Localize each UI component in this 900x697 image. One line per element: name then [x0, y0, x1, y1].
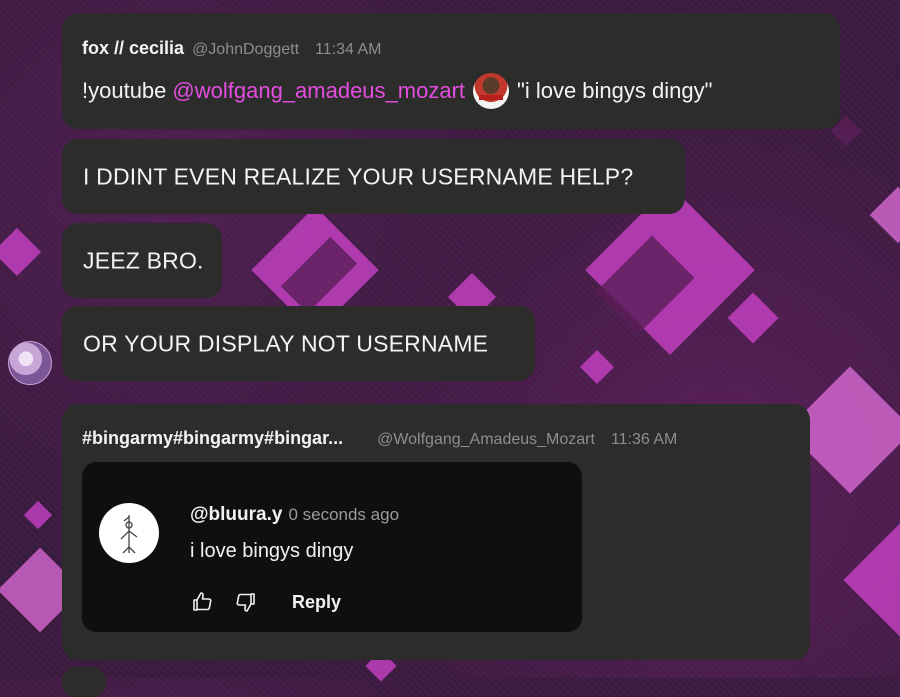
message-header: #bingarmy#bingarmy#bingar... @Wolfgang_A…: [82, 428, 677, 449]
message-handle: @Wolfgang_Amadeus_Mozart: [377, 431, 595, 448]
thumbs-up-icon[interactable]: [190, 590, 214, 614]
message-header: fox // cecilia @JohnDoggett 11:34 AM: [82, 38, 381, 59]
message-content: !youtube @wolfgang_amadeus_mozart "i lov…: [82, 73, 712, 109]
commenter-username[interactable]: @bluura.y: [190, 504, 282, 526]
youtube-comment-card: @bluura.y 0 seconds ago i love bingys di…: [82, 462, 582, 632]
message-handle: @JohnDoggett: [192, 41, 300, 58]
message-bubble[interactable]: I DDINT EVEN REALIZE YOUR USERNAME HELP?: [62, 139, 685, 214]
user-mention[interactable]: @wolfgang_amadeus_mozart: [172, 78, 465, 104]
comment-timestamp: 0 seconds ago: [288, 505, 400, 524]
comment-text: i love bingys dingy: [190, 540, 354, 562]
message-bubble[interactable]: #bingarmy#bingarmy#bingar... @Wolfgang_A…: [62, 404, 810, 660]
message-bubble[interactable]: OR YOUR DISPLAY NOT USERNAME: [62, 306, 535, 381]
command-text: !youtube: [82, 78, 167, 103]
message-bubble[interactable]: JEEZ BRO.: [62, 223, 222, 298]
message-time: 11:36 AM: [610, 431, 678, 448]
comment-actions: Reply: [190, 590, 341, 614]
thumbs-down-icon[interactable]: [234, 590, 258, 614]
message-author[interactable]: fox // cecilia: [82, 38, 184, 59]
quote-text: "i love bingys dingy": [517, 78, 713, 103]
avatar[interactable]: [8, 341, 52, 385]
message-bubble[interactable]: fox // cecilia @JohnDoggett 11:34 AM !yo…: [62, 13, 840, 129]
message-text: JEEZ BRO.: [83, 247, 204, 273]
message-text: OR YOUR DISPLAY NOT USERNAME: [83, 330, 489, 356]
commenter-avatar[interactable]: [99, 503, 159, 563]
message-text: I DDINT EVEN REALIZE YOUR USERNAME HELP?: [83, 163, 634, 189]
message-author[interactable]: #bingarmy#bingarmy#bingar...: [82, 428, 343, 449]
message-bubble[interactable]: [62, 667, 106, 697]
user-avatar-icon: [473, 73, 510, 109]
message-time: 11:34 AM: [315, 41, 382, 58]
reply-button[interactable]: Reply: [292, 592, 341, 613]
